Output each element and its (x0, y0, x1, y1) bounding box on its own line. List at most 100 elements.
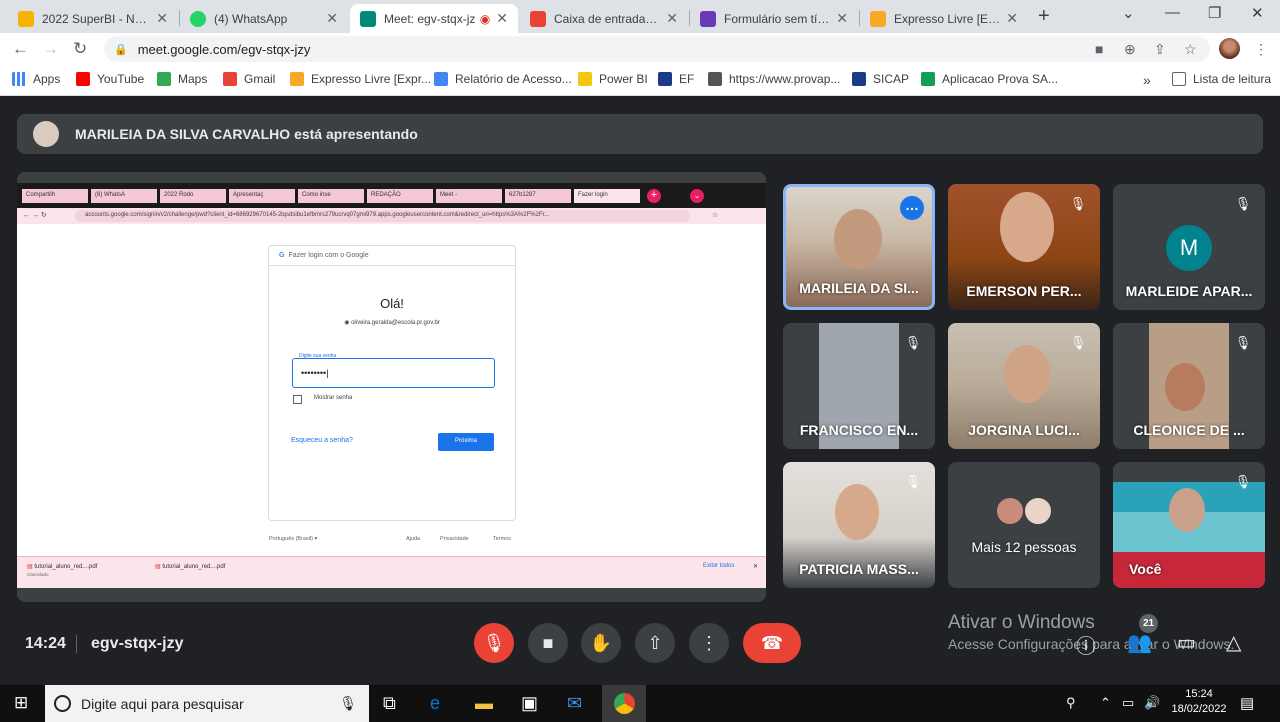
participant-tile-patricia[interactable]: 🎙 PATRICIA MASS... (783, 462, 935, 588)
camera-icon[interactable]: ■ (1095, 41, 1103, 57)
microphone-icon: 🎙 (339, 695, 357, 711)
close-tab-icon[interactable]: ✕ (836, 10, 848, 27)
shared-tab: 627b1287 (505, 189, 571, 203)
show-password-checkbox (293, 395, 302, 404)
participant-tile-cleonice[interactable]: 🎙 CLEONICE DE ... (1113, 323, 1265, 449)
bookmark-gmail[interactable]: Gmail (223, 72, 275, 86)
shared-screen[interactable]: Compartilh (8) WhatsA 2022 Rodo Apresent… (17, 172, 766, 602)
bookmark-provap[interactable]: https://www.provap... (708, 72, 840, 86)
address-bar[interactable]: 🔒 meet.google.com/egv-stqx-jzy (104, 36, 1210, 62)
forms-icon (700, 10, 716, 27)
zoom-icon[interactable]: ⊕ (1124, 41, 1136, 58)
close-tab-icon[interactable]: ✕ (1006, 10, 1018, 27)
close-window-icon[interactable]: ✕ (1251, 4, 1264, 22)
bookmark-relatorio[interactable]: Relatório de Acesso... (434, 72, 572, 86)
participant-tile-marleide[interactable]: M 🎙 MARLEIDE APAR... (1113, 184, 1265, 310)
edge-icon[interactable]: e (430, 693, 440, 714)
participant-tile-francisco[interactable]: 🎙 FRANCISCO EN... (783, 323, 935, 449)
reload-icon[interactable]: ↻ (73, 39, 87, 59)
mic-off-button[interactable]: 🎙 (474, 623, 514, 663)
mail-icon[interactable]: ✉ (567, 693, 582, 714)
bookmark-aplicacao[interactable]: Aplicacao Prova SA... (921, 72, 1058, 86)
address-row: ← → ↻ 🔒 meet.google.com/egv-stqx-jzy ■ ⊕ … (0, 33, 1280, 65)
share-icon[interactable]: ⇪ (1154, 41, 1166, 58)
cortana-icon (54, 695, 71, 712)
mic-off-icon: 🎙 (1234, 474, 1252, 489)
chat-icon[interactable]: ▭ (1177, 630, 1196, 655)
expresso-icon (870, 10, 886, 27)
presenting-banner: MARILEIA DA SILVA CARVALHO está apresent… (17, 114, 1263, 154)
bookmark-apps[interactable]: Apps (12, 72, 60, 86)
bookmark-maps[interactable]: Maps (157, 72, 207, 86)
back-icon[interactable]: ← (12, 39, 29, 59)
close-tab-icon[interactable]: ✕ (326, 10, 338, 27)
present-button[interactable]: ⇧ (635, 623, 675, 663)
bookmark-youtube[interactable]: YouTube (76, 72, 144, 86)
people-icon[interactable]: 👥 (1127, 630, 1152, 655)
participant-tile-marileia[interactable]: … MARILEIA DA SI... (783, 184, 935, 310)
close-tab-icon[interactable]: ✕ (156, 10, 168, 27)
taskbar-clock[interactable]: 15:24 18/02/2022 (1168, 688, 1230, 715)
bookmark-star-icon[interactable]: ☆ (1184, 41, 1197, 58)
bookmark-powerbi[interactable]: Power BI (578, 72, 648, 86)
people-tray-icon[interactable]: ⚲ (1066, 695, 1076, 711)
participant-tile-emerson[interactable]: 🎙 EMERSON PER... (948, 184, 1100, 310)
present-screen-icon: ⇧ (647, 633, 663, 653)
restore-icon[interactable]: ❐ (1208, 4, 1221, 22)
participant-tile-jorgina[interactable]: 🎙 JORGINA LUCI... (948, 323, 1100, 449)
task-view-icon[interactable]: ⧉ (383, 693, 396, 714)
new-tab-icon[interactable]: + (1038, 5, 1050, 28)
browser-tab[interactable]: 2022 SuperBI - NRE - ✕ (8, 4, 178, 33)
browser-tab[interactable]: (4) WhatsApp ✕ (180, 4, 348, 33)
google-g-icon: G (279, 252, 285, 259)
reading-list-icon (1172, 72, 1186, 86)
participant-face (835, 484, 879, 540)
profile-avatar[interactable] (1219, 38, 1240, 59)
activities-icon[interactable]: △ (1226, 630, 1241, 655)
leave-call-button[interactable]: ☎ (743, 623, 801, 663)
meeting-info-icon[interactable]: ⓘ (1076, 630, 1096, 659)
file-explorer-icon[interactable]: ▬ (475, 693, 493, 714)
camera-button[interactable]: ■ (528, 623, 568, 663)
network-icon[interactable]: ▭ (1122, 695, 1134, 711)
menu-kebab-icon[interactable]: ⋮ (1254, 41, 1268, 58)
people-count-badge: 21 (1139, 614, 1158, 633)
shared-tab: Compartilh (22, 189, 88, 203)
login-card-header: G Fazer login com o Google (269, 246, 515, 266)
volume-icon[interactable]: 🔊 (1144, 695, 1160, 711)
more-options-icon[interactable]: … (900, 196, 924, 220)
windows-start-icon[interactable]: ⊞ (14, 693, 28, 713)
minimize-icon[interactable]: — (1165, 4, 1180, 21)
close-tab-icon[interactable]: ✕ (666, 10, 678, 27)
bookmark-expresso[interactable]: Expresso Livre [Expr... (290, 72, 431, 86)
shared-tab: Apresentaç (229, 189, 295, 203)
lock-icon: 🔒 (114, 43, 128, 56)
page-icon (708, 72, 722, 86)
bookmark-ef[interactable]: EF (658, 72, 694, 86)
footer-link: Termos (493, 536, 512, 542)
bookmark-sicap[interactable]: SICAP (852, 72, 909, 86)
powerbi-icon (18, 10, 34, 27)
shared-tab-active: Fazer login (574, 189, 640, 203)
browser-tab-active[interactable]: Meet: egv-stqx-jz ◉ ✕ (350, 4, 518, 33)
tray-chevron-icon[interactable]: ⌃ (1100, 695, 1111, 711)
raise-hand-button[interactable]: ✋ (581, 623, 621, 663)
browser-tab[interactable]: Formulário sem título ✕ (690, 4, 858, 33)
chrome-taskbar-button[interactable] (602, 685, 646, 722)
participant-tile-more[interactable]: Mais 12 pessoas (948, 462, 1100, 588)
downloads-bar: ▤ tutorial_aluno_red....pdf Cancelado ▤ t… (17, 556, 766, 588)
forward-icon[interactable]: → (42, 39, 59, 59)
store-icon[interactable]: ▣ (521, 693, 538, 714)
browser-tab[interactable]: Caixa de entrada (139✕ (520, 4, 688, 33)
download-item: ▤ tutorial_aluno_red....pdf Cancelado (27, 564, 98, 577)
reading-list[interactable]: Lista de leitura (1172, 72, 1271, 86)
browser-tab[interactable]: Expresso Livre [Expres✕ (860, 4, 1028, 33)
taskbar-search[interactable]: Digite aqui para pesquisar 🎙 (45, 685, 369, 722)
powerbi-icon (578, 72, 592, 86)
notifications-icon[interactable]: ▤ (1240, 694, 1254, 712)
more-options-button[interactable]: ⋮ (689, 623, 729, 663)
close-tab-icon[interactable]: ✕ (496, 10, 508, 27)
more-bookmarks-icon[interactable]: » (1143, 72, 1151, 88)
participant-tile-self[interactable]: 🎙 Você (1113, 462, 1265, 588)
tab-search-chevron-icon[interactable]: ⌄ (1122, 4, 1135, 22)
